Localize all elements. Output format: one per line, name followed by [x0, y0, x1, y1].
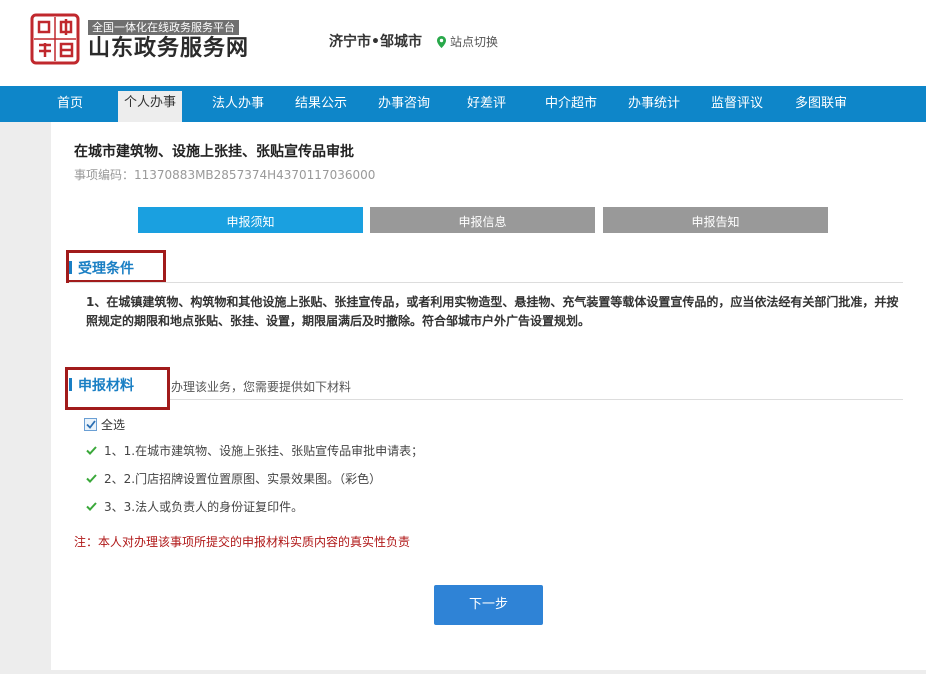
nav-item-rating[interactable]: 好差评 — [467, 94, 506, 122]
tab-notice[interactable]: 申报须知 — [138, 207, 363, 233]
conditions-text: 1、在城镇建筑物、构筑物和其他设施上张贴、张挂宣传品，或者利用实物造型、悬挂物、… — [86, 295, 899, 328]
material-item-label: 2、2.门店招牌设置位置原图、实景效果图。（彩色） — [104, 472, 382, 486]
location-pin-icon — [437, 35, 446, 48]
checkmark-icon — [85, 420, 96, 429]
green-check-icon — [86, 502, 97, 511]
nav-item-personal[interactable]: 个人办事 — [118, 91, 183, 122]
nav-item-legal-person[interactable]: 法人办事 — [212, 94, 264, 122]
site-switch-link[interactable]: 站点切换 — [437, 33, 498, 50]
green-check-icon — [86, 446, 97, 455]
site-header: 全国一体化在线政务服务平台 山东政务服务网 济宁市•邹城市 站点切换 — [0, 0, 926, 86]
green-check-icon — [86, 474, 97, 483]
select-all-checkbox[interactable]: 全选 — [84, 416, 125, 433]
material-item[interactable]: 3、3.法人或负责人的身份证复印件。 — [86, 498, 303, 515]
disclaimer-note: 注：本人对办理该事项所提交的申报材料实质内容的真实性负责 — [74, 535, 411, 549]
divider — [170, 399, 903, 400]
material-item-label: 3、3.法人或负责人的身份证复印件。 — [104, 500, 304, 514]
seal-logo-icon — [30, 13, 80, 65]
material-item-label: 1、1.在城市建筑物、设施上张挂、张贴宣传品审批申请表； — [104, 444, 424, 458]
site-switch-label: 站点切换 — [450, 35, 499, 49]
site-name[interactable]: 山东政务服务网 — [88, 36, 249, 62]
tab-application-info[interactable]: 申报信息 — [370, 207, 595, 233]
materials-hint: 办理该业务，您需要提供如下材料 — [171, 380, 352, 394]
nav-item-statistics[interactable]: 办事统计 — [628, 94, 680, 122]
page-title: 在城市建筑物、设施上张挂、张贴宣传品审批 — [74, 144, 354, 160]
nav-item-supervision[interactable]: 监督评议 — [711, 94, 763, 122]
checkbox-icon[interactable] — [84, 418, 97, 431]
next-step-button[interactable]: 下一步 — [434, 585, 543, 625]
nav-item-home[interactable]: 首页 — [57, 94, 83, 122]
select-all-label: 全选 — [101, 418, 126, 432]
highlight-box-materials — [65, 367, 170, 410]
nav-item-joint-review[interactable]: 多图联审 — [795, 94, 847, 122]
highlight-box-conditions — [66, 250, 166, 283]
tab-application-notice[interactable]: 申报告知 — [603, 207, 828, 233]
item-code: 事项编码：11370883MB2857374H4370117036000 — [74, 168, 376, 182]
platform-tag: 全国一体化在线政务服务平台 — [88, 20, 239, 35]
material-item[interactable]: 2、2.门店招牌设置位置原图、实景效果图。（彩色） — [86, 470, 381, 487]
nav-item-agency-market[interactable]: 中介超市 — [545, 94, 597, 122]
material-item[interactable]: 1、1.在城市建筑物、设施上张挂、张贴宣传品审批申请表； — [86, 442, 423, 459]
current-city: 济宁市•邹城市 — [329, 34, 422, 50]
nav-item-consult[interactable]: 办事咨询 — [378, 94, 430, 122]
main-nav: 首页 个人办事 法人办事 结果公示 办事咨询 好差评 中介超市 办事统计 监督评… — [0, 86, 926, 122]
nav-item-results[interactable]: 结果公示 — [295, 94, 347, 122]
divider — [69, 282, 903, 283]
